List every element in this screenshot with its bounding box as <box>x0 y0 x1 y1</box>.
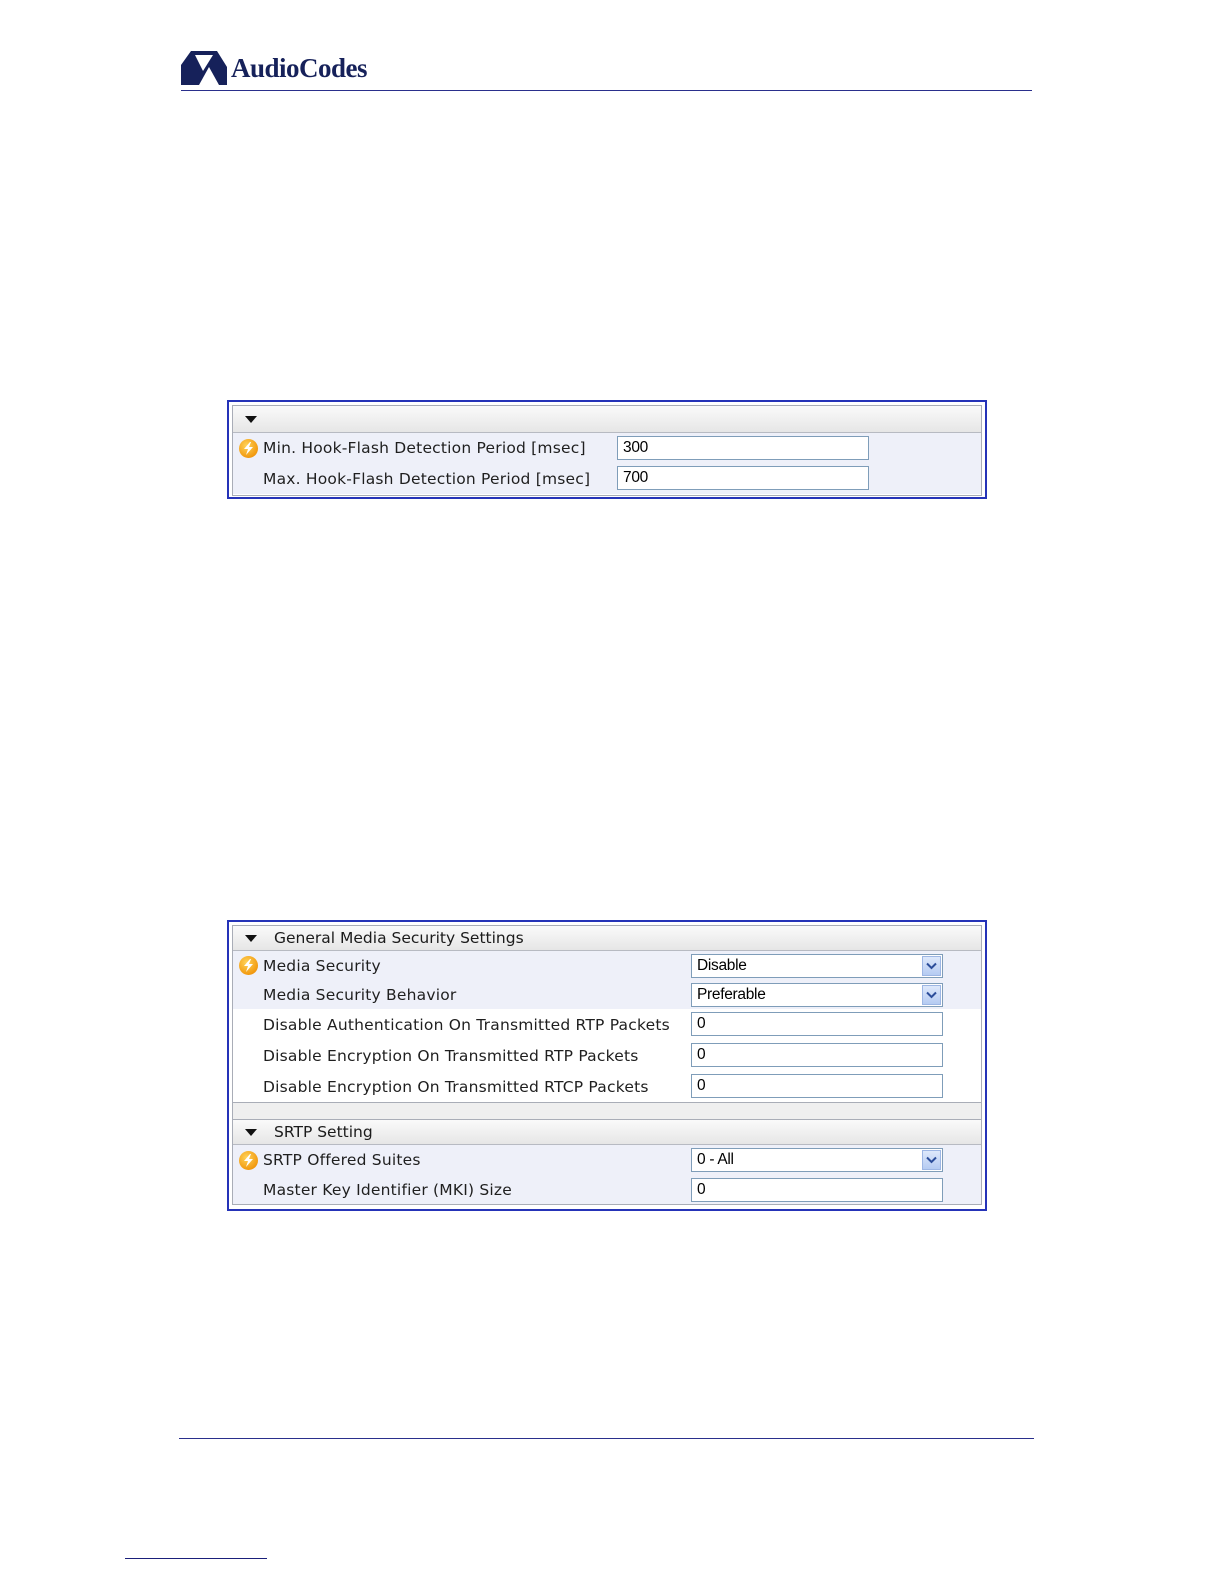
caret-down-icon[interactable] <box>245 415 257 423</box>
lightning-bolt-icon <box>238 438 258 458</box>
lightning-bolt-icon <box>238 956 258 975</box>
select-value: Preferable <box>697 986 766 1003</box>
max-hookflash-row: Max. Hook-Flash Detection Period [msec] … <box>233 463 981 494</box>
field-label: Max. Hook-Flash Detection Period [msec] <box>263 469 591 488</box>
footer-divider <box>179 1438 1034 1439</box>
hookflash-settings-panel: Min. Hook-Flash Detection Period [msec] … <box>227 400 987 499</box>
caret-down-icon[interactable] <box>245 934 257 942</box>
section-title: General Media Security Settings <box>274 929 524 947</box>
min-hookflash-row: Min. Hook-Flash Detection Period [msec] … <box>233 433 981 463</box>
general-media-security-section: General Media Security Settings Media Se… <box>232 925 982 1103</box>
disable-auth-rtp-input[interactable]: 0 <box>691 1012 943 1036</box>
srtp-offered-suites-row: SRTP Offered Suites 0 - All <box>233 1145 981 1175</box>
header-divider <box>181 90 1032 91</box>
srtp-section: SRTP Setting SRTP Offered Suites 0 - All… <box>232 1119 982 1205</box>
mki-size-input[interactable]: 0 <box>691 1178 943 1202</box>
logo-wordmark: AudioCodes <box>231 53 368 83</box>
audiocodes-logo: AudioCodes <box>181 50 368 86</box>
disable-enc-rtp-row: Disable Encryption On Transmitted RTP Pa… <box>233 1040 981 1071</box>
disable-enc-rtp-input[interactable]: 0 <box>691 1043 943 1067</box>
footnote-divider <box>125 1558 267 1559</box>
media-security-panel: General Media Security Settings Media Se… <box>227 920 987 1211</box>
field-label: Min. Hook-Flash Detection Period [msec] <box>263 439 586 457</box>
field-label: Media Security <box>263 956 381 975</box>
field-label: Master Key Identifier (MKI) Size <box>263 1180 512 1199</box>
media-security-row: Media Security Disable <box>233 951 981 980</box>
field-label: Disable Encryption On Transmitted RTP Pa… <box>263 1046 639 1065</box>
media-security-behavior-select[interactable]: Preferable <box>691 983 943 1007</box>
field-label: Media Security Behavior <box>263 985 457 1004</box>
field-label: Disable Authentication On Transmitted RT… <box>263 1015 670 1034</box>
chevron-down-icon[interactable] <box>922 985 941 1005</box>
section-title: SRTP Setting <box>274 1123 373 1141</box>
audiocodes-logo-icon <box>181 51 227 85</box>
field-label: SRTP Offered Suites <box>263 1151 421 1169</box>
chevron-down-icon[interactable] <box>922 1150 941 1170</box>
media-security-select[interactable]: Disable <box>691 954 943 978</box>
select-value: Disable <box>697 957 747 974</box>
select-value: 0 - All <box>697 1151 734 1168</box>
section-header[interactable] <box>233 406 981 433</box>
chevron-down-icon[interactable] <box>922 956 941 976</box>
mki-size-row: Master Key Identifier (MKI) Size 0 <box>233 1175 981 1204</box>
section-header[interactable]: General Media Security Settings <box>233 926 981 951</box>
lightning-bolt-icon <box>238 1150 258 1170</box>
media-security-behavior-row: Media Security Behavior Preferable <box>233 980 981 1009</box>
max-hookflash-input[interactable]: 700 <box>617 466 869 490</box>
disable-auth-rtp-row: Disable Authentication On Transmitted RT… <box>233 1009 981 1040</box>
disable-enc-rtcp-input[interactable]: 0 <box>691 1074 943 1098</box>
min-hookflash-input[interactable]: 300 <box>617 436 869 460</box>
srtp-offered-suites-select[interactable]: 0 - All <box>691 1148 943 1172</box>
hookflash-section: Min. Hook-Flash Detection Period [msec] … <box>232 405 982 496</box>
section-header[interactable]: SRTP Setting <box>233 1120 981 1145</box>
caret-down-icon[interactable] <box>245 1128 257 1136</box>
disable-enc-rtcp-row: Disable Encryption On Transmitted RTCP P… <box>233 1071 981 1102</box>
section-spacer <box>232 1103 982 1119</box>
field-label: Disable Encryption On Transmitted RTCP P… <box>263 1077 649 1096</box>
